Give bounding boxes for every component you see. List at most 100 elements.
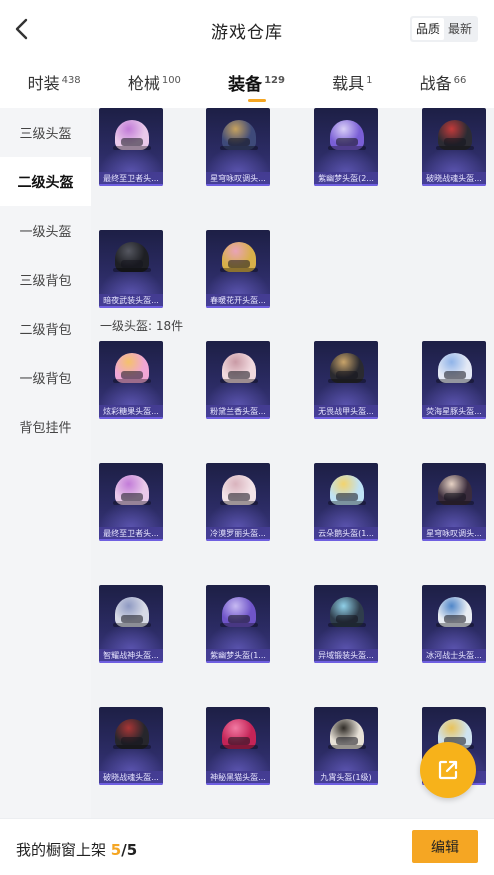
helmet-card[interactable]: 星穹咏叹调头...: [422, 463, 486, 541]
helmet-card[interactable]: 冰河战士头盔...: [422, 585, 486, 663]
helmet-icon: [436, 353, 474, 383]
edit-button[interactable]: 编辑: [412, 830, 478, 863]
helmet-rim: [113, 268, 151, 272]
rarity-edge: [422, 661, 486, 663]
helmet-card[interactable]: 暗夜武装头盔...: [99, 230, 163, 308]
rarity-edge: [99, 417, 163, 419]
helmet-visor: [121, 493, 143, 501]
helmet-rim: [436, 379, 474, 383]
showcase-status: 我的橱窗上架 5/5: [16, 841, 138, 859]
rarity-edge: [422, 417, 486, 419]
tab-combat-gear[interactable]: 战备 66: [416, 62, 471, 102]
helmet-card[interactable]: 破晓战魂头盔...: [99, 707, 163, 785]
rarity-edge: [314, 184, 378, 186]
helmet-visor: [444, 493, 466, 501]
sidebar-item-level2-helmet[interactable]: 二级头盔: [0, 157, 91, 206]
rarity-edge: [206, 184, 270, 186]
helmet-card[interactable]: 紫幽梦头盔(1...: [206, 585, 270, 663]
helmet-rim: [328, 379, 366, 383]
share-button[interactable]: [420, 742, 476, 798]
helmet-icon: [328, 120, 366, 150]
helmet-visor: [444, 138, 466, 146]
helmet-rim: [436, 146, 474, 150]
rarity-edge: [206, 417, 270, 419]
helmet-icon: [113, 353, 151, 383]
helmet-icon: [113, 120, 151, 150]
helmet-rim: [220, 623, 258, 627]
helmet-card[interactable]: 粉黛兰香头盔...: [206, 341, 270, 419]
helmet-rim: [328, 501, 366, 505]
helmet-icon: [328, 353, 366, 383]
helmet-rim: [113, 501, 151, 505]
sort-option-quality[interactable]: 品质: [411, 18, 444, 40]
tab-equipment[interactable]: 装备 129: [224, 62, 289, 103]
helmet-icon: [328, 475, 366, 505]
sidebar-item-level3-helmet[interactable]: 三级头盔: [0, 108, 91, 157]
helmet-visor: [336, 371, 358, 379]
helmet-rim: [220, 745, 258, 749]
helmet-rim: [220, 146, 258, 150]
helmet-icon: [436, 475, 474, 505]
helmet-card[interactable]: 最终至卫者头...: [99, 108, 163, 186]
tab-count: 66: [453, 74, 467, 86]
rarity-edge: [99, 184, 163, 186]
rarity-edge: [99, 783, 163, 785]
helmet-visor: [336, 138, 358, 146]
sidebar-item-level3-backpack[interactable]: 三级背包: [0, 255, 91, 304]
rarity-edge: [314, 661, 378, 663]
helmet-visor: [228, 493, 250, 501]
helmet-card[interactable]: 无畏战甲头盔...: [314, 341, 378, 419]
showcase-count: 5: [110, 841, 122, 859]
helmet-icon: [220, 475, 258, 505]
helmet-visor: [121, 371, 143, 379]
helmet-card[interactable]: 荧海星豚头盔...: [422, 341, 486, 419]
helmet-rim: [220, 501, 258, 505]
helmet-icon: [436, 597, 474, 627]
helmet-visor: [336, 493, 358, 501]
helmet-card[interactable]: 智耀战神头盔...: [99, 585, 163, 663]
helmet-icon: [220, 597, 258, 627]
helmet-card[interactable]: 最终至卫者头...: [99, 463, 163, 541]
helmet-visor: [121, 138, 143, 146]
helmet-card[interactable]: 云朵鹅头盔(1...: [314, 463, 378, 541]
tab-fashion[interactable]: 时装 438: [24, 62, 85, 102]
helmet-icon: [220, 719, 258, 749]
sidebar-item-backpack-pendant[interactable]: 背包挂件: [0, 402, 91, 451]
tab-vehicles[interactable]: 载具 1: [328, 62, 376, 102]
helmet-card[interactable]: 春暖花开头盔...: [206, 230, 270, 308]
rarity-edge: [422, 539, 486, 541]
sidebar-item-level1-helmet[interactable]: 一级头盔: [0, 206, 91, 255]
section-header-level1-helmet: 一级头盔: 18件: [100, 319, 184, 333]
helmet-card[interactable]: 炫彩糖果头盔...: [99, 341, 163, 419]
category-tabs: 时装 438 枪械 100 装备 129 载具 1 战备 66: [0, 58, 494, 106]
rarity-edge: [206, 306, 270, 308]
helmet-rim: [436, 623, 474, 627]
helmet-rim: [113, 745, 151, 749]
rarity-edge: [314, 417, 378, 419]
sidebar-item-level2-backpack[interactable]: 二级背包: [0, 304, 91, 353]
active-tab-indicator: [247, 98, 266, 102]
helmet-card[interactable]: 神秘黑猫头盔...: [206, 707, 270, 785]
header: 游戏仓库 品质 最新: [0, 0, 494, 58]
helmet-card[interactable]: 异域锻装头盔...: [314, 585, 378, 663]
helmet-card[interactable]: 星穹咏叹调头...: [206, 108, 270, 186]
helmet-card[interactable]: 冷漠罗丽头盔...: [206, 463, 270, 541]
sort-option-newest[interactable]: 最新: [444, 18, 476, 40]
helmet-rim: [113, 623, 151, 627]
rarity-edge: [206, 661, 270, 663]
helmet-card[interactable]: 九霄头盔(1级): [314, 707, 378, 785]
rarity-edge: [206, 783, 270, 785]
helmet-rim: [220, 379, 258, 383]
helmet-icon: [113, 242, 151, 272]
helmet-icon: [436, 120, 474, 150]
item-grid: 最终至卫者头... 星穹咏叹调头... 紫幽梦头盔(2... 破晓战魂头盔... 暗夜武…: [91, 108, 494, 818]
helmet-card[interactable]: 破晓战魂头盔...: [422, 108, 486, 186]
helmet-visor: [444, 371, 466, 379]
tab-guns[interactable]: 枪械 100: [124, 62, 185, 102]
helmet-icon: [328, 597, 366, 627]
helmet-icon: [113, 475, 151, 505]
helmet-icon: [220, 120, 258, 150]
sidebar-item-level1-backpack[interactable]: 一级背包: [0, 353, 91, 402]
helmet-icon: [328, 719, 366, 749]
helmet-card[interactable]: 紫幽梦头盔(2...: [314, 108, 378, 186]
